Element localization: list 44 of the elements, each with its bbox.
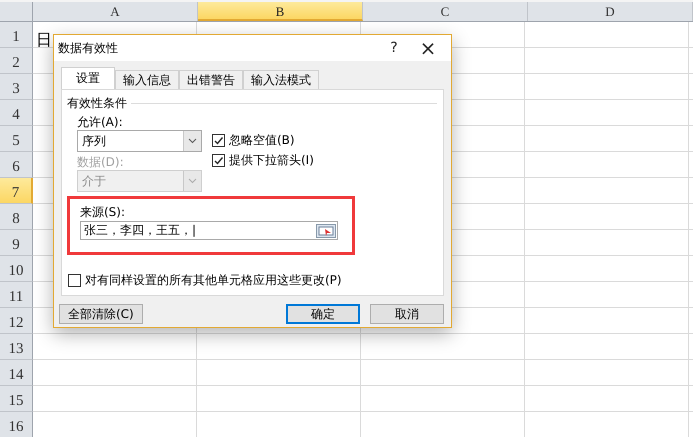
row-header[interactable]: 2 xyxy=(0,48,33,74)
close-button[interactable]: × xyxy=(411,35,445,61)
row-header[interactable]: 10 xyxy=(0,256,33,282)
row-header[interactable]: 8 xyxy=(0,204,33,230)
chevron-icon xyxy=(188,138,197,144)
tab[interactable]: 出错警告 xyxy=(179,70,243,89)
row-header[interactable]: 5 xyxy=(0,126,33,152)
row-header[interactable]: 1 xyxy=(0,22,33,48)
row-header[interactable]: 11 xyxy=(0,282,33,308)
field-label: 允许(A): xyxy=(77,115,124,130)
range-picker-icon[interactable] xyxy=(316,224,336,238)
row-header[interactable]: 12 xyxy=(0,308,33,334)
cell-text: 日 xyxy=(36,30,52,47)
row-header[interactable]: 3 xyxy=(0,74,33,100)
row-header[interactable]: 16 xyxy=(0,412,33,437)
tab[interactable]: 设置 xyxy=(61,67,115,89)
field-label: 来源(S): xyxy=(80,205,126,220)
tab[interactable]: 输入信息 xyxy=(115,70,179,89)
source-field[interactable]: 张三，李四，王五，| xyxy=(80,221,338,240)
row-header[interactable]: 4 xyxy=(0,100,33,126)
row-header[interactable]: 7 xyxy=(0,178,33,204)
dialog-button[interactable]: 全部清除(C) xyxy=(59,304,143,324)
row-header[interactable]: 15 xyxy=(0,386,33,412)
column-header[interactable]: C xyxy=(363,2,528,21)
row-header[interactable]: 6 xyxy=(0,152,33,178)
checkmark-icon xyxy=(213,135,224,146)
group-title: 有效性条件 xyxy=(67,95,127,112)
checkbox[interactable]: 忽略空值(B) xyxy=(212,132,314,149)
checkbox[interactable]: 对有同样设置的所有其他单元格应用这些更改(P) xyxy=(67,272,437,289)
row-header[interactable]: 13 xyxy=(0,334,33,360)
row-header[interactable]: 14 xyxy=(0,360,33,386)
column-header[interactable]: D xyxy=(528,2,693,21)
allow-dropdown[interactable]: 序列 xyxy=(77,130,202,152)
tab[interactable]: 输入法模式 xyxy=(243,70,319,89)
checkmark-icon xyxy=(213,155,224,166)
checkbox[interactable]: 提供下拉箭头(I) xyxy=(212,152,314,169)
row-header[interactable]: 9 xyxy=(0,230,33,256)
help-button[interactable]: ? xyxy=(377,35,411,61)
dialog-button[interactable]: 确定 xyxy=(286,304,360,324)
window-title: 数据有效性 xyxy=(58,40,118,56)
field-label: 数据(D): xyxy=(77,155,125,170)
column-header[interactable]: B xyxy=(198,2,363,21)
chevron-icon xyxy=(188,178,197,184)
dialog-button[interactable]: 取消 xyxy=(370,304,444,324)
